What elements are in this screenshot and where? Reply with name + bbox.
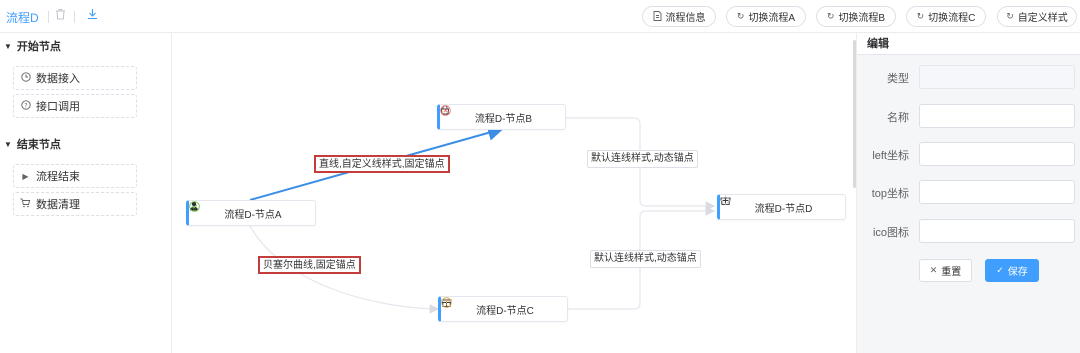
group-end-nodes[interactable]: ▼ 结束节点 xyxy=(4,136,61,152)
question-icon: ? xyxy=(20,99,31,113)
edge-label-a-b[interactable]: 直线,自定义线样式,固定锚点 xyxy=(314,155,450,173)
field-label-name: 名称 xyxy=(887,112,909,124)
field-label-icon: ico图标 xyxy=(872,227,909,239)
caret-down-icon: ▼ xyxy=(4,41,12,51)
flow-node-c[interactable]: 流程D-节点C xyxy=(438,296,568,322)
refresh-icon: ↻ xyxy=(826,11,835,21)
switch-flow-b-button[interactable]: ↻ 切换流程B xyxy=(816,6,896,27)
trash-icon[interactable] xyxy=(53,8,67,22)
flow-info-button[interactable]: 流程信息 xyxy=(642,6,716,27)
flow-node-d[interactable]: 流程D-节点D xyxy=(717,194,846,220)
toolbar: 流程D 流程信息 ↻ 切换流程A ↻ 切换流程B ↻ 切换流程C ↻ 自定义样式 xyxy=(0,0,1080,33)
switch-flow-c-button[interactable]: ↻ 切换流程C xyxy=(906,6,986,27)
group-start-nodes[interactable]: ▼ 开始节点 xyxy=(4,38,61,54)
edge-label-c-d[interactable]: 默认连线样式,动态锚点 xyxy=(590,250,701,268)
edge-label-a-c[interactable]: 贝塞尔曲线,固定锚点 xyxy=(258,256,361,274)
edit-panel: 编辑 类型 名称 left坐标 top坐标 ico图标 ✕ 重置 ✓ 保存 xyxy=(856,33,1080,353)
flow-title: 流程D xyxy=(6,11,39,25)
flow-info-label: 流程信息 xyxy=(665,13,706,24)
icon-field[interactable] xyxy=(919,219,1075,243)
edge-label-b-d[interactable]: 默认连线样式,动态锚点 xyxy=(587,150,698,168)
cart-icon xyxy=(20,198,31,211)
node-palette: ▼ 开始节点 数据接入 ? 接口调用 ▼ 结束节点 ▶ 流程结束 数据清理 xyxy=(0,33,172,353)
field-label-left: left坐标 xyxy=(872,150,909,162)
flow-node-b[interactable]: 流程D-节点B xyxy=(437,104,566,130)
refresh-icon: ↻ xyxy=(736,11,745,21)
check-icon: ✓ xyxy=(996,265,1004,275)
switch-flow-b-label: 切换流程B xyxy=(838,13,886,24)
custom-style-label: 自定义样式 xyxy=(1017,13,1068,24)
group-title: 开始节点 xyxy=(16,41,61,53)
edit-panel-title: 编辑 xyxy=(857,33,1080,55)
reset-button[interactable]: ✕ 重置 xyxy=(919,259,972,282)
flow-canvas[interactable]: 直线,自定义线样式,固定锚点 贝塞尔曲线,固定锚点 默认连线样式,动态锚点 默认… xyxy=(172,33,856,353)
palette-item-data-cleanup[interactable]: 数据清理 xyxy=(13,192,137,216)
refresh-icon: ↻ xyxy=(916,11,925,21)
palette-item-label: 数据清理 xyxy=(36,199,80,211)
toolbar-divider xyxy=(74,11,75,23)
switch-flow-c-label: 切换流程C xyxy=(928,13,976,24)
palette-item-label: 数据接入 xyxy=(36,73,80,85)
download-icon[interactable] xyxy=(85,8,99,22)
switch-flow-a-button[interactable]: ↻ 切换流程A xyxy=(726,6,806,27)
type-field xyxy=(919,65,1075,89)
name-field[interactable] xyxy=(919,104,1075,128)
svg-text:?: ? xyxy=(24,101,27,109)
refresh-icon: ↻ xyxy=(1006,11,1014,21)
field-row-type: 类型 xyxy=(857,65,1080,89)
palette-item-api-call[interactable]: ? 接口调用 xyxy=(13,94,137,118)
document-icon xyxy=(653,10,662,23)
node-label: 流程D-节点A xyxy=(224,209,282,221)
node-label: 流程D-节点B xyxy=(474,113,533,125)
palette-item-label: 接口调用 xyxy=(36,101,80,113)
clock-icon xyxy=(20,71,31,85)
caret-down-icon: ▼ xyxy=(4,139,12,149)
switch-flow-a-label: 切换流程A xyxy=(748,13,796,24)
save-button[interactable]: ✓ 保存 xyxy=(985,259,1039,282)
custom-style-button[interactable]: ↻ 自定义样式 xyxy=(997,6,1077,27)
close-icon: ✕ xyxy=(929,265,938,275)
field-row-name: 名称 xyxy=(857,104,1080,128)
flow-node-a[interactable]: 流程D-节点A xyxy=(186,200,316,226)
toolbar-divider xyxy=(48,11,49,23)
field-row-left: left坐标 xyxy=(857,142,1080,166)
field-label-top: top坐标 xyxy=(871,188,909,200)
group-title: 结束节点 xyxy=(16,139,61,151)
palette-item-data-ingest[interactable]: 数据接入 xyxy=(13,66,137,90)
field-row-icon: ico图标 xyxy=(857,219,1080,243)
top-coordinate-field[interactable] xyxy=(919,180,1075,204)
reset-label: 重置 xyxy=(941,267,962,278)
node-label: 流程D-节点C xyxy=(476,305,534,317)
field-label-type: 类型 xyxy=(887,73,909,85)
palette-item-label: 流程结束 xyxy=(36,171,80,183)
left-coordinate-field[interactable] xyxy=(919,142,1075,166)
palette-item-flow-end[interactable]: ▶ 流程结束 xyxy=(13,164,137,188)
save-label: 保存 xyxy=(1007,267,1028,278)
caret-right-icon: ▶ xyxy=(22,171,29,181)
field-row-top: top坐标 xyxy=(857,180,1080,204)
node-label: 流程D-节点D xyxy=(754,203,813,215)
